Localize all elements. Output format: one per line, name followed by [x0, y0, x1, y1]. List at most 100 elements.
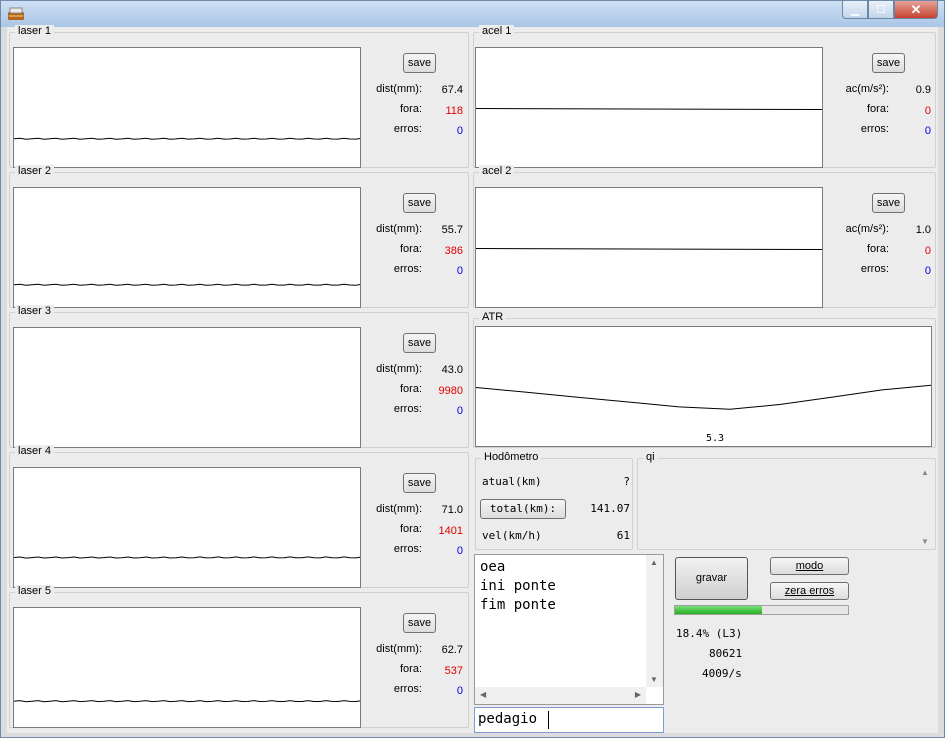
save-label: save — [407, 477, 432, 489]
laser-plot — [13, 467, 361, 588]
total-label: total(km): — [489, 502, 557, 515]
scroll-down-icon[interactable]: ▼ — [921, 537, 929, 546]
scroll-down-icon[interactable]: ▼ — [650, 675, 658, 684]
erros-value: 0 — [456, 125, 463, 137]
event-lines: oea ini ponte fim ponte — [480, 558, 556, 615]
progress-fill — [675, 606, 762, 614]
save-label: save — [407, 617, 432, 629]
fora-label: fora: — [399, 663, 422, 675]
hodometro-group: Hodômetro atual(km) ? total(km): 141.07 … — [475, 451, 633, 550]
event-list[interactable]: oea ini ponte fim ponte ▲ ▼ ◀ ▶ — [474, 554, 664, 705]
acel-label: acel 2 — [479, 165, 515, 177]
qi-label: qi — [643, 451, 658, 463]
scroll-up-icon[interactable]: ▲ — [921, 468, 929, 477]
erros-label: erros: — [393, 403, 422, 415]
erros-value: 0 — [924, 125, 931, 137]
gravar-label: gravar — [695, 572, 728, 584]
save-label: save — [407, 337, 432, 349]
laser-plot — [13, 607, 361, 728]
dist-value: 62.7 — [441, 644, 463, 656]
save-button[interactable]: save — [403, 613, 436, 633]
event-input-box[interactable]: pedagio — [474, 707, 664, 733]
acel-plot — [475, 187, 823, 308]
acel-signal-line — [476, 108, 822, 110]
laser-group-3: laser 3 save dist(mm): 43.0 fora: 9980 erros: 0 — [9, 305, 469, 448]
fora-value: 9980 — [438, 385, 463, 397]
fora-label: fora: — [399, 243, 422, 255]
zera-erros-button[interactable]: zera erros — [770, 582, 849, 600]
ac-value: 0.9 — [915, 84, 931, 96]
minimize-button[interactable]: ▁ — [842, 1, 868, 19]
event-scrollbar[interactable]: ▲ ▼ — [646, 555, 663, 687]
acel-signal-line — [476, 248, 822, 250]
laser-label: laser 2 — [15, 165, 55, 177]
acel-label: acel 1 — [479, 25, 515, 37]
main-client: laser 1 save dist(mm): 67.4 fora: 118 erros: 0 l… — [7, 25, 938, 733]
laser-label: laser 4 — [15, 445, 55, 457]
atual-label: atual(km) — [482, 475, 542, 488]
qi-scrollbar[interactable]: ▲ ▼ — [917, 466, 934, 548]
gravar-button[interactable]: gravar — [675, 557, 748, 600]
save-label: save — [407, 57, 432, 69]
save-label: save — [876, 197, 901, 209]
save-button[interactable]: save — [403, 333, 436, 353]
atr-value: 5.3 — [706, 433, 725, 444]
close-icon: ✕ — [910, 1, 922, 17]
close-button[interactable]: ✕ — [894, 1, 938, 19]
maximize-button[interactable]: ☐ — [868, 1, 894, 19]
erros-value: 0 — [456, 265, 463, 277]
laser-signal-line — [14, 556, 360, 559]
save-button[interactable]: save — [403, 53, 436, 73]
scroll-left-icon[interactable]: ◀ — [480, 690, 486, 699]
window-controls: ▁ ☐ ✕ — [842, 1, 938, 21]
erros-label: erros: — [860, 263, 889, 275]
status-line-2: 80621 — [709, 647, 743, 660]
laser-label: laser 1 — [15, 25, 55, 37]
laser-group-5: laser 5 save dist(mm): 62.7 fora: 537 erros: 0 — [9, 585, 469, 728]
text-cursor — [548, 711, 549, 729]
fora-label: fora: — [399, 103, 422, 115]
modo-label: modo — [795, 560, 824, 572]
save-label: save — [876, 57, 901, 69]
dist-label: dist(mm): — [376, 363, 422, 375]
save-label: save — [407, 197, 432, 209]
acel-group-1: acel 1 save ac(m/s²): 0.9 fora: 0 erros: 0 — [473, 25, 936, 168]
save-button[interactable]: save — [403, 193, 436, 213]
scroll-up-icon[interactable]: ▲ — [650, 558, 658, 567]
laser-group-1: laser 1 save dist(mm): 67.4 fora: 118 erros: 0 — [9, 25, 469, 168]
ac-label: ac(m/s²): — [845, 83, 889, 95]
dist-value: 71.0 — [441, 504, 463, 516]
event-hscrollbar[interactable]: ◀ ▶ — [475, 687, 646, 704]
event-line: ini ponte — [480, 578, 556, 594]
total-km-button[interactable]: total(km): — [480, 499, 566, 519]
event-line: oea — [480, 559, 506, 575]
dist-value: 55.7 — [441, 224, 463, 236]
modo-button[interactable]: modo — [770, 557, 849, 575]
laser-plot — [13, 187, 361, 308]
acel-group-2: acel 2 save ac(m/s²): 1.0 fora: 0 erros: 0 — [473, 165, 936, 308]
atual-value: ? — [623, 475, 630, 488]
event-input[interactable]: pedagio — [478, 711, 537, 727]
erros-value: 0 — [456, 545, 463, 557]
total-value: 141.07 — [590, 502, 630, 515]
laser-group-2: laser 2 save dist(mm): 55.7 fora: 386 erros: 0 — [9, 165, 469, 308]
fora-label: fora: — [399, 383, 422, 395]
atr-plot: 5.3 — [475, 326, 932, 447]
dist-label: dist(mm): — [376, 83, 422, 95]
save-button[interactable]: save — [872, 193, 905, 213]
fora-value: 537 — [444, 665, 463, 677]
minimize-icon: ▁ — [850, 4, 860, 16]
laser-signal-line — [14, 137, 360, 140]
scroll-right-icon[interactable]: ▶ — [635, 690, 641, 699]
atr-chart — [476, 384, 931, 410]
vel-value: 61 — [616, 529, 630, 542]
save-button[interactable]: save — [403, 473, 436, 493]
status-line-3: 4009/s — [702, 667, 742, 680]
vel-label: vel(km/h) — [482, 529, 542, 542]
save-button[interactable]: save — [872, 53, 905, 73]
fora-label: fora: — [399, 523, 422, 535]
qi-group: qi ▲ ▼ — [637, 451, 936, 550]
laser-label: laser 5 — [15, 585, 55, 597]
status-line-1: 18.4% (L3) — [676, 627, 743, 640]
erros-label: erros: — [860, 123, 889, 135]
